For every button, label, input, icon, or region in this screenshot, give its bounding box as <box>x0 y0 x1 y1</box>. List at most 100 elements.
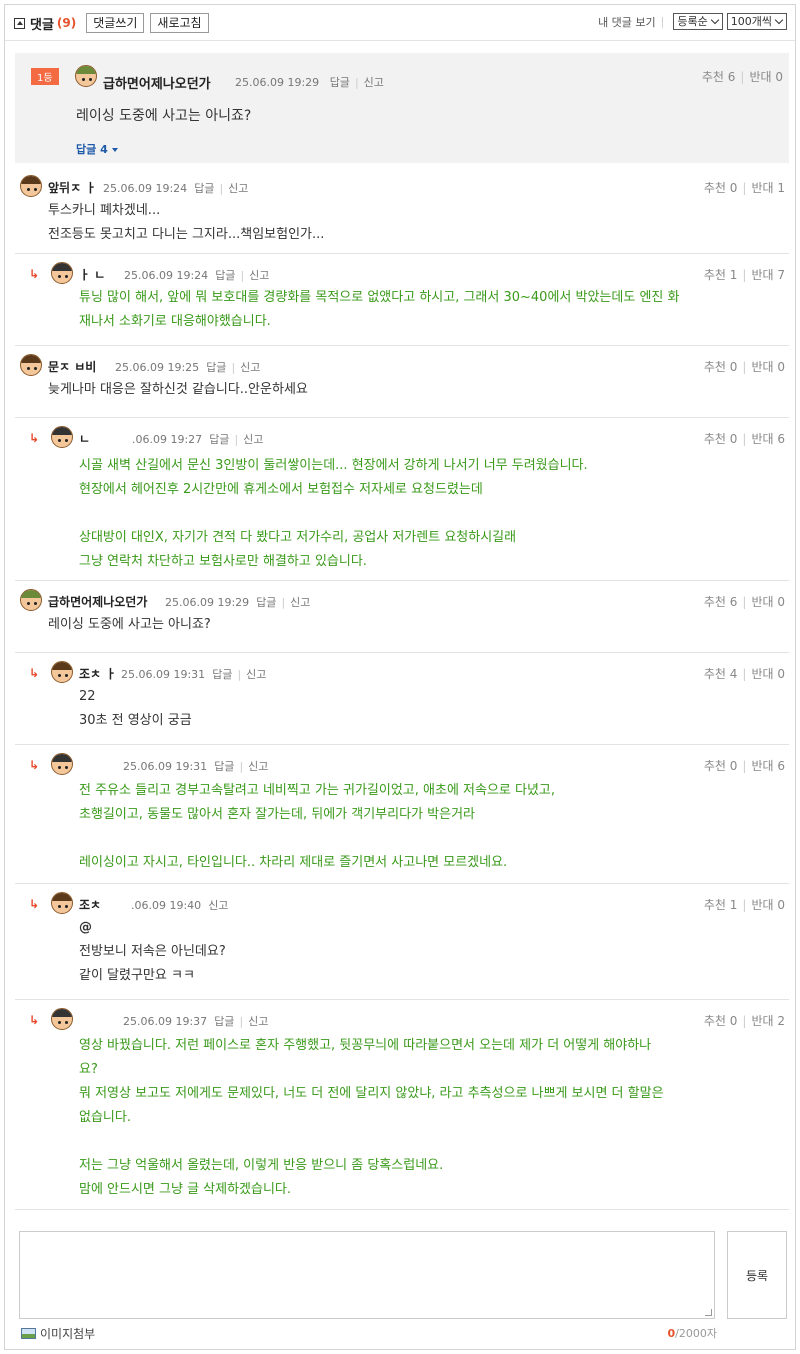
avatar <box>20 175 42 197</box>
vote-counts: 추천 1 | 반대 7 <box>703 268 785 282</box>
report-link[interactable]: 신고 <box>243 433 263 446</box>
submit-button[interactable]: 등록 <box>727 1231 787 1319</box>
report-link[interactable]: 신고 <box>248 1015 268 1028</box>
comment-text: 영상 바꿨습니다. 저런 페이스로 혼자 주행했고, 뒷꽁무늬에 따라붙으면서 … <box>79 1038 664 1197</box>
reply-item: ↳ 25.06.09 19:31 답글 | 신고 추천 0 | 반대 6 전 주유소 들… <box>15 745 789 884</box>
upvote[interactable]: 추천 0 <box>704 360 738 374</box>
vote-counts: 추천 0 | 반대 1 <box>703 181 785 195</box>
comment-author[interactable]: 문ㅈ ㅂ비 <box>48 358 96 375</box>
vote-counts: 추천 1 | 반대 0 <box>703 898 785 912</box>
upvote[interactable]: 추천 6 <box>702 70 736 84</box>
comment-author[interactable]: 급하면어제나오던가 <box>103 73 211 92</box>
comment-author[interactable]: 앞뒤ㅈ ㅏ <box>48 179 96 196</box>
reply-link[interactable]: 답글 <box>215 269 235 282</box>
reply-link[interactable]: 답글 <box>212 668 232 681</box>
comment-text: 투스카니 폐차겠네... 전조등도 못고치고 다니는 그지라...책임보험인가.… <box>48 203 325 242</box>
report-link[interactable]: 신고 <box>246 668 266 681</box>
reply-link[interactable]: 답글 <box>330 76 350 89</box>
reply-arrow-icon: ↳ <box>29 431 40 445</box>
downvote[interactable]: 반대 0 <box>751 898 785 912</box>
mention-tag[interactable]: @ <box>79 916 92 940</box>
reply-arrow-icon: ↳ <box>29 758 40 772</box>
upvote[interactable]: 추천 0 <box>704 1014 738 1028</box>
best-comment: 1등 급하면어제나오던가 25.06.09 19:29 답글 | 신고 추천 6 | 반… <box>15 53 789 163</box>
my-comments-link[interactable]: 내 댓글 보기 <box>598 14 656 30</box>
reply-link[interactable]: 답글 <box>256 596 276 609</box>
reply-link[interactable]: 답글 <box>209 433 229 446</box>
comment-meta: 25.06.09 19:29 답글 | 신고 <box>235 76 384 89</box>
comment-author[interactable]: 조ㅊ ㅏ <box>79 665 116 682</box>
report-link[interactable]: 신고 <box>364 76 384 89</box>
attach-image-button[interactable]: 이미지첨부 <box>21 1325 95 1342</box>
comment-author[interactable]: ㄴ <box>79 430 90 447</box>
comment-section: 댓글 (9) 댓글쓰기 새로고침 내 댓글 보기 | 등록순 100개씩 1등 … <box>4 4 796 1350</box>
comment-text: 레이싱 도중에 사고는 아니죠? <box>76 108 252 124</box>
write-comment-button[interactable]: 댓글쓰기 <box>86 13 145 33</box>
refresh-button[interactable]: 새로고침 <box>150 13 209 33</box>
upvote[interactable]: 추천 1 <box>704 268 738 282</box>
report-link[interactable]: 신고 <box>290 596 310 609</box>
reply-item: ↳ ㄴ .06.09 19:27 답글 | 신고 추천 0 | 반대 6 시골 새벽 산… <box>15 418 789 581</box>
comment-title: 댓글 <box>30 17 54 33</box>
upvote[interactable]: 추천 0 <box>704 759 738 773</box>
avatar <box>51 426 73 448</box>
comment-meta: 25.06.09 19:29 답글 | 신고 <box>165 596 311 609</box>
comment-textarea[interactable] <box>19 1231 715 1319</box>
collapse-icon[interactable] <box>14 17 25 29</box>
reply-link[interactable]: 답글 <box>214 760 234 773</box>
comment-text: 늦게나마 대응은 잘하신것 같습니다..안운하세요 <box>48 382 308 397</box>
avatar <box>51 262 73 284</box>
sort-select[interactable]: 등록순 <box>673 13 723 30</box>
upvote[interactable]: 추천 0 <box>704 181 738 195</box>
downvote[interactable]: 반대 0 <box>751 667 785 681</box>
downvote[interactable]: 반대 1 <box>751 181 785 195</box>
comment-meta: 25.06.09 19:37 답글 | 신고 <box>123 1015 269 1028</box>
report-link[interactable]: 신고 <box>228 182 248 195</box>
upvote[interactable]: 추천 6 <box>704 595 738 609</box>
comment-count: (9) <box>56 16 77 30</box>
comment-author[interactable]: 급하면어제나오던가 <box>48 593 147 610</box>
upvote[interactable]: 추천 1 <box>704 898 738 912</box>
chevron-down-icon <box>774 15 784 25</box>
vote-counts: 추천 0 | 반대 0 <box>703 360 785 374</box>
best-badge: 1등 <box>31 68 59 85</box>
comment-author[interactable]: 조ㅊ <box>79 896 101 913</box>
comment-meta: 25.06.09 19:31 답글 | 신고 <box>123 760 269 773</box>
downvote[interactable]: 반대 7 <box>751 268 785 282</box>
caret-down-icon <box>111 148 118 152</box>
downvote[interactable]: 반대 6 <box>751 432 785 446</box>
downvote[interactable]: 반대 0 <box>751 360 785 374</box>
reply-item: ↳ 25.06.09 19:37 답글 | 신고 추천 0 | 반대 2 영상 바꿨습니… <box>15 1000 789 1210</box>
comment-text: 시골 새벽 산길에서 문신 3인방이 둘러쌓이는데... 현장에서 강하게 나서… <box>79 458 588 569</box>
comment-meta: 25.06.09 19:24 답글 | 신고 <box>103 182 249 195</box>
upvote[interactable]: 추천 0 <box>704 432 738 446</box>
reply-item: ↳ 조ㅊ ㅏ 25.06.09 19:31 답글 | 신고 추천 4 | 반대 0 22… <box>15 653 789 745</box>
downvote[interactable]: 반대 0 <box>751 595 785 609</box>
comment-item: 급하면어제나오던가 25.06.09 19:29 답글 | 신고 추천 6 | 반대 0… <box>15 581 789 653</box>
reply-link[interactable]: 답글 <box>214 1015 234 1028</box>
reply-arrow-icon: ↳ <box>29 666 40 680</box>
comment-text: 튜닝 많이 해서, 앞에 뭐 보호대를 경량화를 목적으로 없앴다고 하시고, … <box>79 290 680 329</box>
downvote[interactable]: 반대 6 <box>751 759 785 773</box>
avatar <box>51 661 73 683</box>
reply-link[interactable]: 답글 <box>206 361 226 374</box>
downvote[interactable]: 반대 0 <box>749 70 783 84</box>
report-link[interactable]: 신고 <box>208 899 228 912</box>
report-link[interactable]: 신고 <box>240 361 260 374</box>
report-link[interactable]: 신고 <box>248 760 268 773</box>
replies-toggle[interactable]: 답글 4 <box>76 141 118 157</box>
comment-meta: 25.06.09 19:24 답글 | 신고 <box>124 269 270 282</box>
downvote[interactable]: 반대 2 <box>751 1014 785 1028</box>
attach-label: 이미지첨부 <box>40 1327 96 1341</box>
comment-meta: 25.06.09 19:31 답글 | 신고 <box>121 668 267 681</box>
vote-counts: 추천 0 | 반대 2 <box>703 1014 785 1028</box>
resize-handle-icon[interactable] <box>705 1309 712 1316</box>
reply-link[interactable]: 답글 <box>194 182 214 195</box>
reply-arrow-icon: ↳ <box>29 267 40 281</box>
per-page-select[interactable]: 100개씩 <box>726 13 787 30</box>
comment-item: 문ㅈ ㅂ비 25.06.09 19:25 답글 | 신고 추천 0 | 반대 0 늦게나… <box>15 346 789 418</box>
upvote[interactable]: 추천 4 <box>704 667 738 681</box>
report-link[interactable]: 신고 <box>249 269 269 282</box>
comment-author[interactable]: ㅏ ㄴ <box>79 266 105 283</box>
avatar <box>51 892 73 914</box>
